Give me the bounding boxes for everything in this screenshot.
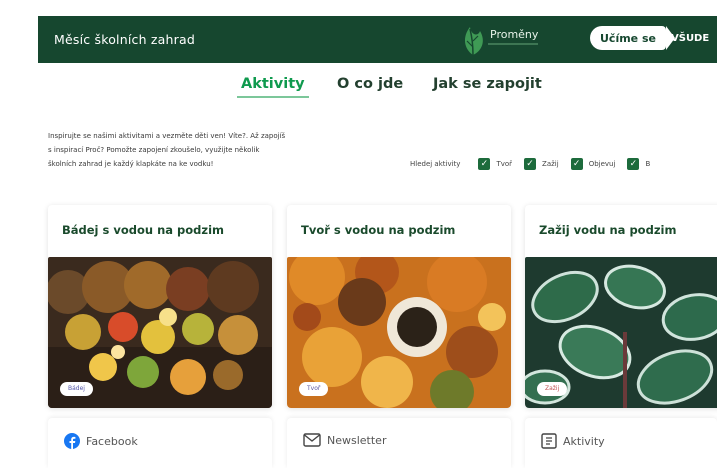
frost-leaves-image[interactable]: Zažij bbox=[525, 257, 717, 408]
filter-option-label: Tvoř bbox=[496, 160, 513, 168]
filter-zazij[interactable]: ✓ Zažij bbox=[524, 158, 559, 170]
card-title[interactable]: Bádej s vodou na podzim bbox=[62, 223, 224, 237]
badge-zazij: Zažij bbox=[537, 382, 568, 396]
facebook-icon bbox=[64, 433, 80, 449]
site-header: Měsíc školních zahrad Proměny Učíme se V… bbox=[38, 16, 717, 63]
filter-tvor[interactable]: ✓ Tvoř bbox=[478, 158, 512, 170]
activity-card-tvor[interactable]: Tvoř s vodou na podzim Tvoř bbox=[287, 205, 511, 408]
facebook-label[interactable]: Facebook bbox=[86, 435, 138, 448]
intro-line: školních zahrad je každý klapkáte na ke … bbox=[48, 160, 214, 168]
badge-badej: Bádej bbox=[60, 382, 93, 396]
logo-name: Proměny bbox=[490, 27, 539, 41]
filter-option-label: B bbox=[645, 160, 651, 168]
newsletter-label[interactable]: Newsletter bbox=[327, 434, 386, 447]
grid-icon bbox=[541, 433, 557, 449]
activity-card-badej[interactable]: Bádej s vodou na podzim Bádej bbox=[48, 205, 272, 408]
main-tabs: Aktivity O co jde Jak se zapojit bbox=[0, 76, 717, 102]
activity-card-zazij[interactable]: Zažij vodu na podzim Zažij bbox=[525, 205, 717, 408]
checkbox-checked-icon[interactable]: ✓ bbox=[627, 158, 640, 170]
newsletter-card[interactable]: Newsletter bbox=[287, 418, 511, 468]
facebook-card[interactable]: Facebook bbox=[48, 418, 272, 468]
card-title[interactable]: Zažij vodu na podzim bbox=[539, 223, 676, 237]
site-title[interactable]: Měsíc školních zahrad bbox=[54, 32, 195, 47]
promeny-logo[interactable]: Proměny bbox=[458, 21, 538, 57]
checkbox-checked-icon[interactable]: ✓ bbox=[570, 158, 583, 170]
vsude-label[interactable]: VŠUDE bbox=[671, 33, 709, 44]
filter-label: Hledej aktivity bbox=[410, 160, 461, 168]
leaf-icon bbox=[464, 27, 483, 56]
mail-icon bbox=[303, 433, 321, 447]
activity-filters: Hledej aktivity ✓ Tvoř ✓ Zažij ✓ Objevuj ✓ B bbox=[410, 158, 662, 170]
card-title[interactable]: Tvoř s vodou na podzim bbox=[301, 223, 455, 237]
checkbox-checked-icon[interactable]: ✓ bbox=[524, 158, 537, 170]
tab-aktivity[interactable]: Aktivity bbox=[237, 76, 309, 98]
tab-o-co-jde[interactable]: O co jde bbox=[337, 76, 403, 92]
filter-badej[interactable]: ✓ B bbox=[627, 158, 650, 170]
ucime-se-badge[interactable]: Učíme se bbox=[590, 26, 675, 50]
intro-text: Inspirujte se našimi aktivitami a vezmět… bbox=[48, 129, 398, 171]
filter-option-label: Objevuj bbox=[588, 160, 616, 168]
aktivity-label[interactable]: Aktivity bbox=[563, 435, 605, 448]
intro-line: s inspirací Proč? Pomožte zapojení zkouš… bbox=[48, 146, 260, 154]
filter-objevuj[interactable]: ✓ Objevuj bbox=[570, 158, 616, 170]
tab-jak-se-zapojit[interactable]: Jak se zapojit bbox=[433, 76, 542, 92]
logo-subline bbox=[488, 43, 538, 45]
badge-tvor: Tvoř bbox=[299, 382, 329, 396]
spices-image[interactable]: Tvoř bbox=[287, 257, 511, 408]
intro-line: Inspirujte se našimi aktivitami a vezmět… bbox=[48, 132, 286, 140]
autumn-jars-image[interactable]: Bádej bbox=[48, 257, 272, 408]
checkbox-checked-icon[interactable]: ✓ bbox=[478, 158, 491, 170]
aktivity-card[interactable]: Aktivity bbox=[525, 418, 717, 468]
filter-option-label: Zažij bbox=[542, 160, 559, 168]
